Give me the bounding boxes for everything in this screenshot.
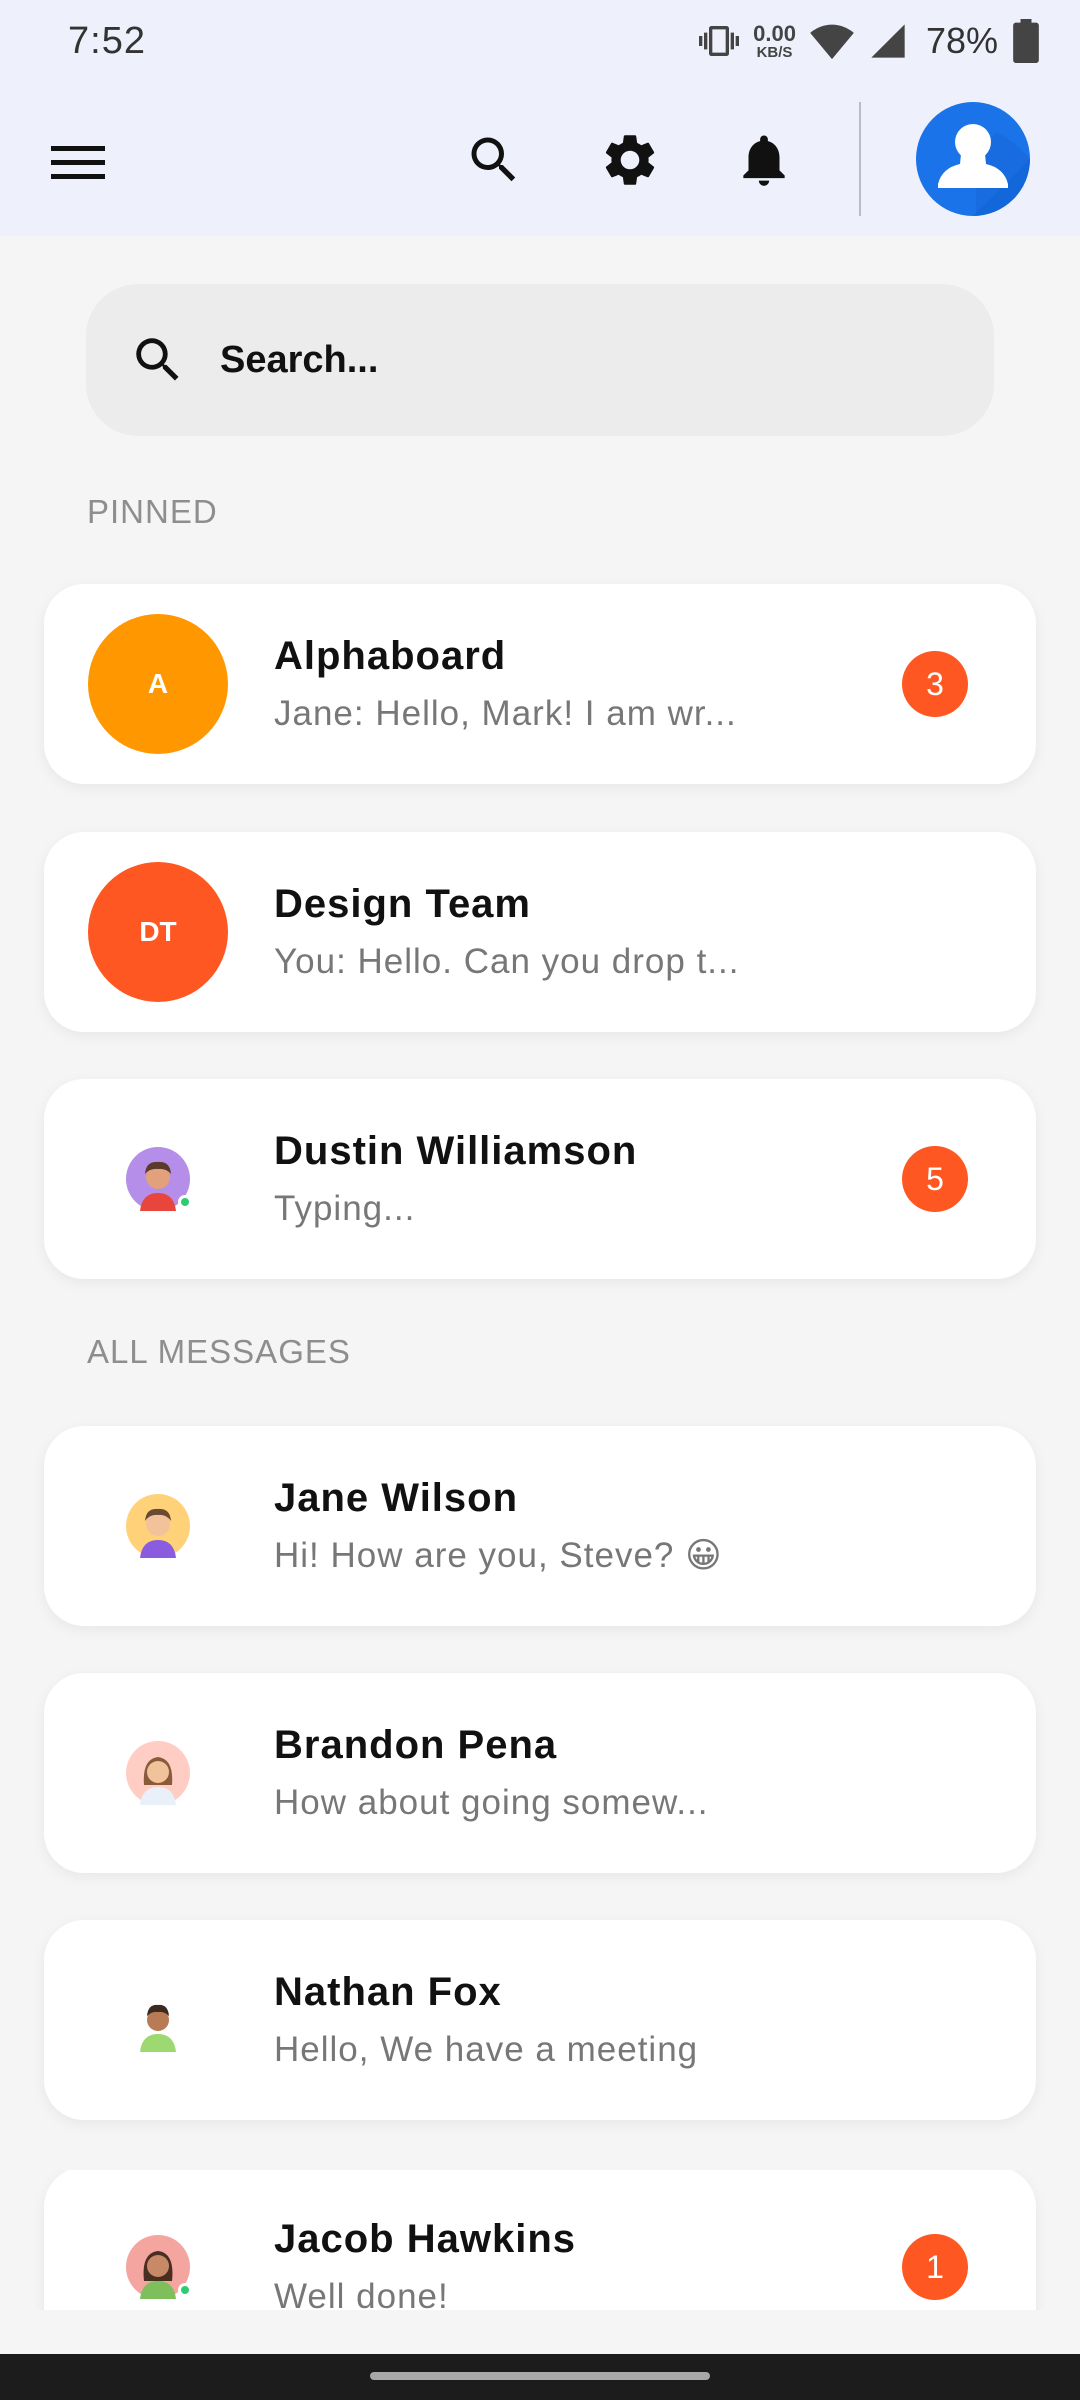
chat-name: Alphaboard <box>274 634 507 678</box>
chat-preview: Jane: Hello, Mark! I am wr... <box>274 694 737 733</box>
chat-name: Design Team <box>274 882 531 926</box>
chat-preview: Well done! <box>274 2277 449 2310</box>
user-avatar-male-yellow-icon <box>126 1494 190 1558</box>
net-speed-unit: KB/S <box>756 43 793 61</box>
net-speed: 0.00 KB/S <box>753 20 796 61</box>
chat-item-alphaboard[interactable]: A Alphaboard Jane: Hello, Mark! I am wr.… <box>44 584 1036 784</box>
avatar <box>126 1494 190 1558</box>
search-bar[interactable] <box>86 284 994 436</box>
status-time: 7:52 <box>68 19 146 62</box>
avatar <box>126 2235 192 2299</box>
avatar: DT <box>88 862 228 1002</box>
gear-icon <box>605 135 655 185</box>
chat-app: 7:52 0.00 KB/S 78% Search... PINNED A Al… <box>0 0 1080 2400</box>
chat-item-dustin-williamson[interactable]: Dustin Williamson Typing... 5 <box>44 1079 1036 1279</box>
unread-badge: 3 <box>902 651 968 717</box>
chat-item-design-team[interactable]: DT Design Team You: Hello. Can you drop … <box>44 832 1036 1032</box>
bell-icon <box>743 135 785 186</box>
menu-icon <box>51 146 105 179</box>
chat-preview: Hi! How are you, Steve? 😀 <box>274 1536 723 1575</box>
chat-name: Jacob Hawkins <box>274 2217 577 2261</box>
section-label-all-messages: ALL MESSAGES <box>87 1333 351 1370</box>
chat-name: Brandon Pena <box>274 1723 558 1767</box>
settings-button[interactable] <box>588 118 672 202</box>
menu-button[interactable] <box>40 124 116 200</box>
user-avatar-male-green-icon <box>140 2004 176 2052</box>
header-divider <box>859 102 861 216</box>
signal-icon <box>868 21 908 61</box>
chat-name: Dustin Williamson <box>274 1129 638 1173</box>
unread-badge: 5 <box>902 1146 968 1212</box>
vibrate-icon <box>699 21 740 61</box>
user-icon <box>938 124 1030 216</box>
profile-avatar[interactable] <box>916 102 1030 216</box>
chat-preview: Hello, We have a meeting <box>274 2030 699 2069</box>
search-icon <box>126 328 190 392</box>
chat-name: Jane Wilson <box>274 1476 519 1520</box>
avatar <box>126 1988 190 2052</box>
section-label-pinned: PINNED <box>87 493 218 530</box>
chat-item-brandon-pena[interactable]: Brandon Pena How about going somew... <box>44 1673 1036 1873</box>
notifications-button[interactable] <box>722 118 806 202</box>
status-icons: 0.00 KB/S 78% <box>699 19 1040 63</box>
battery-icon <box>1012 19 1040 63</box>
app-bar <box>0 82 1080 236</box>
search-input[interactable] <box>220 338 920 382</box>
user-avatar-female-pink-icon <box>126 1741 190 1805</box>
avatar: A <box>88 614 228 754</box>
battery-percentage: 78% <box>925 20 998 61</box>
unread-badge: 1 <box>902 2234 968 2300</box>
avatar <box>126 1147 192 1211</box>
net-speed-value: 0.00 <box>753 20 796 46</box>
online-indicator <box>178 1195 192 1209</box>
chat-preview: You: Hello. Can you drop t... <box>274 942 740 981</box>
chat-item-nathan-fox[interactable]: Nathan Fox Hello, We have a meeting <box>44 1920 1036 2120</box>
chat-item-jane-wilson[interactable]: Jane Wilson Hi! How are you, Steve? 😀 <box>44 1426 1036 1626</box>
search-button[interactable] <box>452 118 536 202</box>
online-indicator <box>178 2283 192 2297</box>
chat-preview: Typing... <box>274 1189 416 1228</box>
chat-item-jacob-hawkins[interactable]: Jacob Hawkins Well done! 1 <box>44 2170 1036 2310</box>
home-indicator[interactable] <box>370 2372 710 2380</box>
chat-name: Nathan Fox <box>274 1970 502 2014</box>
wifi-icon <box>810 21 854 61</box>
search-icon <box>471 137 516 182</box>
status-bar: 7:52 0.00 KB/S 78% <box>0 0 1080 82</box>
avatar <box>126 1741 190 1805</box>
chat-preview: How about going somew... <box>274 1783 709 1822</box>
list-clip: Jacob Hawkins Well done! 1 <box>0 2170 1080 2310</box>
